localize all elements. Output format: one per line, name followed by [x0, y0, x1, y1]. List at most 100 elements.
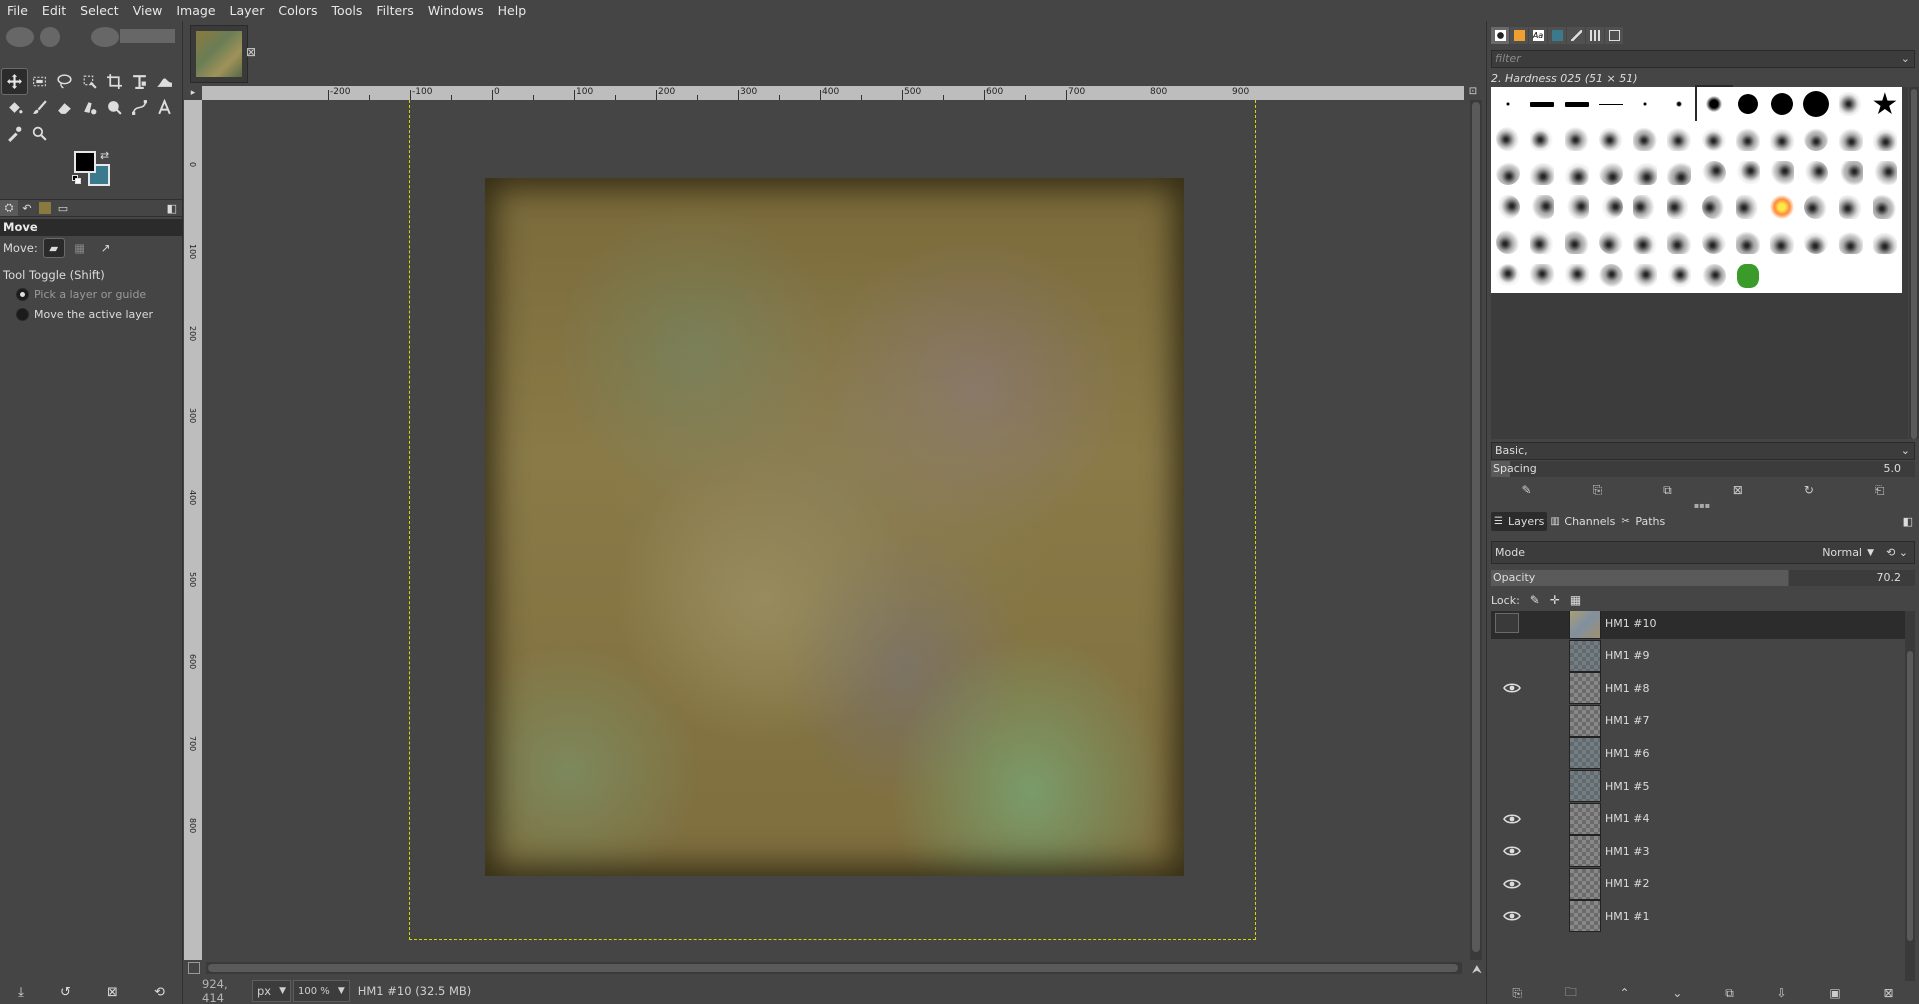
bucket-fill-icon[interactable] [2, 95, 27, 120]
close-image-icon[interactable]: ⊠ [246, 45, 256, 59]
brush-cell-selected[interactable] [1694, 84, 1733, 124]
layer-row[interactable]: HM1 #6 [1491, 737, 1905, 770]
brush-cell[interactable] [1628, 224, 1663, 259]
brush-cell[interactable] [1867, 121, 1902, 156]
pattern-tab-icon[interactable] [39, 202, 51, 214]
brush-cell[interactable] [1799, 121, 1834, 156]
layer-scrollbar[interactable] [1905, 611, 1915, 981]
ruler-corner[interactable]: ▸ [184, 86, 202, 100]
brush-cell[interactable] [1593, 155, 1628, 191]
brush-cell[interactable] [1730, 224, 1765, 259]
brush-cell[interactable] [1833, 190, 1868, 225]
menu-windows[interactable]: Windows [421, 0, 491, 21]
unit-select[interactable]: px ▼ [252, 980, 292, 1002]
brush-cell[interactable] [1696, 224, 1731, 259]
reset-options-icon[interactable]: ⟲ [154, 985, 165, 1000]
lasso-icon[interactable] [52, 69, 77, 94]
brush-cell[interactable] [1491, 224, 1526, 259]
brush-cell[interactable] [1765, 87, 1800, 122]
undo-history-tab-icon[interactable]: ↶ [18, 200, 36, 216]
brush-cell[interactable] [1867, 87, 1902, 122]
zoom-tool-icon[interactable] [27, 121, 52, 146]
brush-cell[interactable] [1696, 190, 1731, 225]
gradients-tab-icon[interactable] [1548, 27, 1566, 44]
fonts-tab-icon[interactable]: Aa [1529, 27, 1547, 44]
brush-cell[interactable] [1491, 121, 1526, 156]
new-layer-group-icon[interactable]: 🗀 [1565, 983, 1577, 1004]
layer-row[interactable]: HM1 #1 [1491, 900, 1905, 933]
brush-cell[interactable] [1696, 121, 1731, 156]
opacity-slider[interactable]: Opacity 70.2 [1491, 570, 1915, 586]
eye-icon[interactable] [1503, 845, 1521, 857]
layer-thumbnail[interactable] [1569, 704, 1601, 737]
brushes-tab-icon[interactable] [1491, 27, 1509, 44]
tab-channels[interactable]: ▥ Channels [1547, 512, 1618, 531]
move-selection-icon[interactable]: ▦ [70, 239, 90, 257]
edit-brush-icon[interactable]: ✎ [1522, 483, 1532, 497]
brush-cell[interactable] [1730, 87, 1765, 122]
brush-cell[interactable] [1662, 224, 1697, 259]
brush-tag-select[interactable]: Basic, ⌄ [1491, 442, 1915, 460]
brush-cell[interactable] [1799, 190, 1834, 225]
brush-cell[interactable] [1525, 121, 1560, 156]
layer-row[interactable]: HM1 #7 [1491, 704, 1905, 737]
brush-cell[interactable] [1799, 155, 1834, 191]
chevron-down-icon[interactable]: ⌄ [1901, 51, 1910, 67]
color-selector[interactable]: ⇄ [70, 127, 126, 186]
mask-layer-icon[interactable]: ▣ [1829, 986, 1840, 1000]
brush-cell[interactable] [1593, 121, 1628, 156]
brush-cell[interactable] [1662, 87, 1697, 122]
brush-cell[interactable] [1833, 121, 1868, 156]
images-tab-icon[interactable]: ▭ [54, 200, 72, 216]
brush-cell[interactable] [1525, 224, 1560, 259]
lock-position-icon[interactable]: ✛ [1550, 593, 1560, 607]
brush-cell[interactable] [1559, 121, 1594, 156]
refresh-brushes-icon[interactable]: ↻ [1804, 483, 1814, 497]
brush-cell[interactable] [1628, 87, 1663, 122]
brush-cell[interactable] [1559, 87, 1594, 122]
layer-thumbnail[interactable] [1569, 737, 1601, 770]
brush-cell[interactable] [1628, 121, 1663, 156]
smudge-icon[interactable] [102, 95, 127, 120]
tab-paths[interactable]: ✂ Paths [1618, 512, 1668, 531]
brush-cell[interactable] [1491, 155, 1526, 191]
zoom-navigator-icon[interactable]: ⮝ [1472, 962, 1482, 977]
menu-view[interactable]: View [126, 0, 170, 21]
save-options-icon[interactable]: ⤓ [18, 985, 24, 1000]
brush-cell[interactable] [1730, 258, 1765, 294]
brush-cell[interactable] [1696, 155, 1731, 191]
vertical-ruler[interactable]: 0 100 200 300 400 500 600 700 800 [184, 100, 202, 960]
default-colors-icon[interactable] [72, 175, 82, 185]
move-layer-icon[interactable]: ▰ [42, 238, 65, 258]
layer-row[interactable]: HM1 #10 [1491, 611, 1905, 639]
eye-icon[interactable] [1503, 878, 1521, 890]
brush-cell[interactable] [1525, 190, 1560, 225]
layer-mode-select[interactable]: Mode Normal ▼ ⟲ ⌄ [1491, 541, 1915, 564]
brush-cell[interactable] [1662, 155, 1697, 191]
crop-icon[interactable] [102, 69, 127, 94]
brush-cell[interactable] [1593, 258, 1628, 294]
swap-colors-icon[interactable]: ⇄ [100, 149, 109, 162]
brush-cell[interactable] [1799, 224, 1834, 259]
restore-options-icon[interactable]: ↺ [60, 985, 71, 1000]
brush-cell[interactable] [1491, 87, 1526, 122]
chevron-down-icon[interactable]: ⌄ [1901, 443, 1910, 459]
warp-transform-icon[interactable] [152, 69, 177, 94]
tool-options-tab-icon[interactable]: ⛭ [0, 200, 18, 216]
brush-cell[interactable] [1867, 224, 1902, 259]
configure-tab-icon[interactable]: ◧ [1903, 515, 1913, 528]
move-path-icon[interactable]: ↗ [96, 239, 116, 257]
brush-cell[interactable] [1559, 258, 1594, 294]
eye-icon[interactable] [1503, 682, 1521, 694]
clone-icon[interactable] [77, 95, 102, 120]
open-brush-file-icon[interactable]: ⎗ [1875, 483, 1885, 498]
eye-icon[interactable] [1503, 910, 1521, 922]
menu-filters[interactable]: Filters [369, 0, 420, 21]
move-tool-icon[interactable] [1, 68, 28, 95]
pick-layer-radio[interactable]: Pick a layer or guide [0, 284, 183, 304]
tool-presets-tab-icon[interactable] [1605, 27, 1623, 44]
brush-cell[interactable] [1628, 190, 1663, 225]
duplicate-layer-icon[interactable]: ⧉ [1725, 986, 1734, 1001]
brush-cell[interactable] [1730, 190, 1765, 225]
menu-image[interactable]: Image [169, 0, 222, 21]
